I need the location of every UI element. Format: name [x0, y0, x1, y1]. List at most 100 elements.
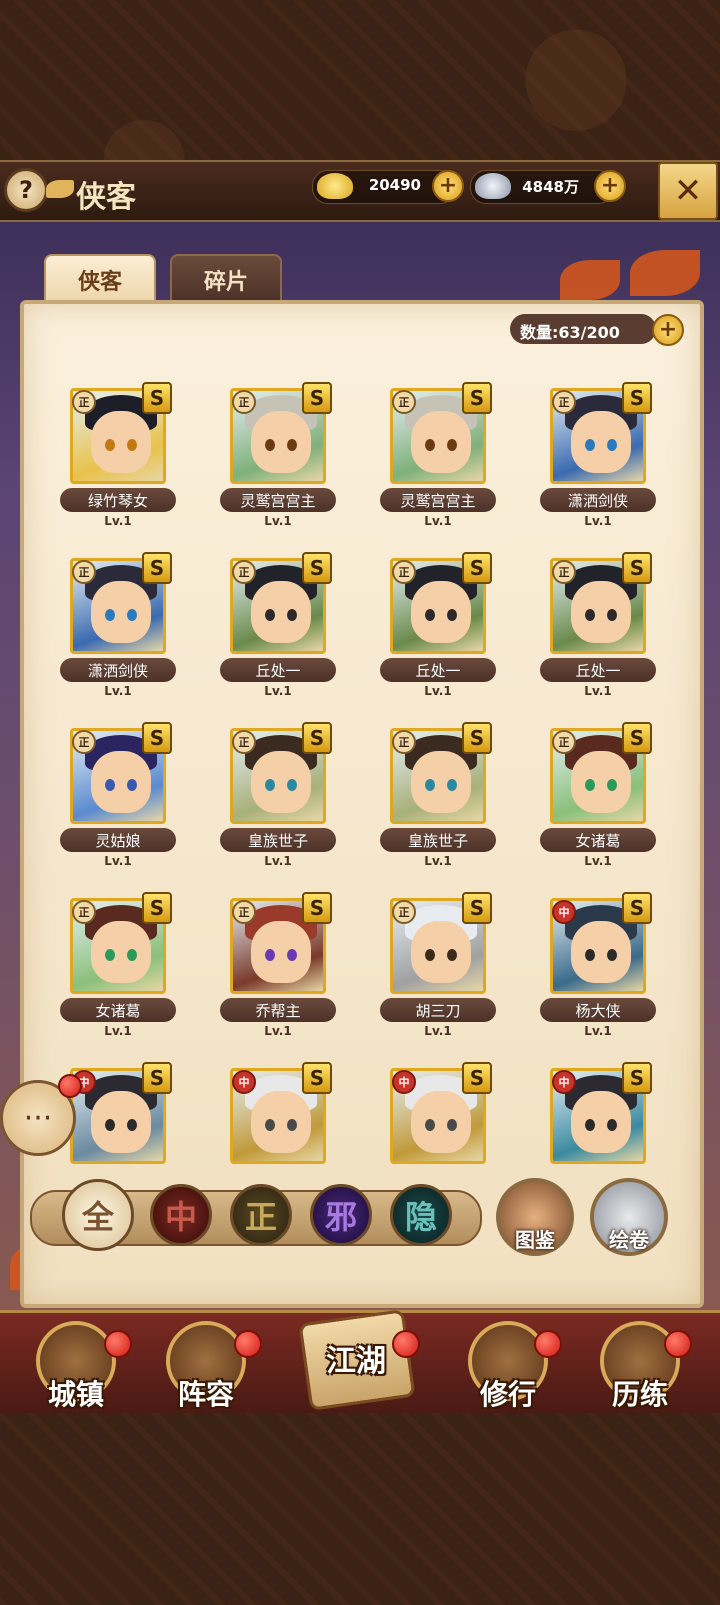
hero-face: [251, 1091, 311, 1153]
gold-ingot-icon: [317, 173, 353, 199]
hero-face: [91, 581, 151, 643]
atlas-label: 图鉴: [515, 1228, 555, 1252]
hero-eye: [585, 779, 595, 791]
nav-lineup[interactable]: 阵容: [156, 1315, 256, 1415]
hero-name: 杨大侠: [540, 998, 656, 1022]
hero-eye: [127, 439, 137, 451]
maple-leaf-decoration: [630, 250, 700, 296]
hero-eye: [105, 1119, 115, 1131]
hero-eye: [425, 779, 435, 791]
hero-card[interactable]: 正 S 绿竹琴女 Lv.1: [60, 382, 176, 528]
hero-level: Lv.1: [264, 514, 292, 528]
rank-s-badge: S: [622, 552, 652, 584]
hero-face: [251, 581, 311, 643]
hero-eye: [447, 949, 457, 961]
filter-zhong-button[interactable]: 中: [150, 1184, 212, 1246]
hero-card[interactable]: 正 S 乔帮主 Lv.1: [220, 892, 336, 1038]
nav-jianghu-label: 江湖: [326, 1344, 386, 1379]
hero-card[interactable]: 正 S 丘处一 Lv.1: [540, 552, 656, 698]
page-title: 侠客: [76, 180, 136, 215]
hero-name: 灵鹫宫宫主: [380, 488, 496, 512]
hero-eye: [127, 1119, 137, 1131]
nav-jianghu[interactable]: 江湖: [296, 1300, 416, 1418]
hero-level: Lv.1: [424, 854, 452, 868]
chat-bubble-icon: ···: [23, 1100, 53, 1136]
hero-eye: [425, 949, 435, 961]
notification-dot: [534, 1330, 562, 1358]
hero-level: Lv.1: [584, 1024, 612, 1038]
hero-card[interactable]: 正 S 潇洒剑侠 Lv.1: [540, 382, 656, 528]
hero-eye: [585, 439, 595, 451]
hero-card[interactable]: 正 S 皇族世子 Lv.1: [380, 722, 496, 868]
filter-yin-button[interactable]: 隐: [390, 1184, 452, 1246]
nav-town[interactable]: 城镇: [26, 1315, 126, 1415]
rank-s-badge: S: [302, 382, 332, 414]
hero-card[interactable]: 中 S 杨大侠 Lv.1: [540, 892, 656, 1038]
hero-level: Lv.1: [264, 684, 292, 698]
hero-card[interactable]: 正 S 胡三刀 Lv.1: [380, 892, 496, 1038]
rank-s-badge: S: [142, 892, 172, 924]
hero-card[interactable]: 正 S 灵鹫宫宫主 Lv.1: [220, 382, 336, 528]
help-button[interactable]: ?: [4, 168, 48, 212]
add-gold-button[interactable]: +: [432, 170, 464, 202]
hero-eye: [127, 779, 137, 791]
hero-face: [91, 411, 151, 473]
hero-eye: [585, 609, 595, 621]
silver-ingot-counter: 4848万: [470, 170, 614, 204]
rank-s-badge: S: [622, 382, 652, 414]
hero-name: 乔帮主: [220, 998, 336, 1022]
notification-dot: [104, 1330, 132, 1358]
faction-badge: 正: [72, 560, 96, 584]
hero-level: Lv.1: [584, 684, 612, 698]
hero-eye: [607, 779, 617, 791]
hero-eye: [607, 1119, 617, 1131]
hero-eye: [425, 439, 435, 451]
hero-card[interactable]: 正 S 丘处一 Lv.1: [380, 552, 496, 698]
faction-badge: 正: [72, 730, 96, 754]
filter-xie-button[interactable]: 邪: [310, 1184, 372, 1246]
notification-dot: [664, 1330, 692, 1358]
rank-s-badge: S: [462, 722, 492, 754]
rank-s-badge: S: [302, 1062, 332, 1094]
hero-eye: [287, 439, 297, 451]
hero-face: [571, 751, 631, 813]
hero-name: 女诸葛: [540, 828, 656, 852]
hero-card[interactable]: 正 S 皇族世子 Lv.1: [220, 722, 336, 868]
hero-level: Lv.1: [104, 854, 132, 868]
tab-fragments[interactable]: 碎片: [170, 254, 282, 304]
faction-badge: 正: [72, 390, 96, 414]
hero-card[interactable]: 正 S 丘处一 Lv.1: [220, 552, 336, 698]
add-silver-button[interactable]: +: [594, 170, 626, 202]
faction-badge: 正: [392, 730, 416, 754]
hero-card[interactable]: 正 S 灵鹫宫宫主 Lv.1: [380, 382, 496, 528]
faction-badge: 正: [552, 730, 576, 754]
faction-badge: 中: [392, 1070, 416, 1094]
faction-badge: 中: [552, 1070, 576, 1094]
hero-face: [571, 411, 631, 473]
rank-s-badge: S: [622, 892, 652, 924]
hero-name: 丘处一: [540, 658, 656, 682]
filter-all-button[interactable]: 全: [62, 1179, 134, 1251]
hero-name: 皇族世子: [220, 828, 336, 852]
question-icon: ?: [19, 176, 33, 204]
scroll-gallery-label: 绘卷: [609, 1228, 649, 1252]
hero-eye: [265, 779, 275, 791]
tab-heroes[interactable]: 侠客: [44, 254, 156, 304]
hero-card[interactable]: 正 S 女诸葛 Lv.1: [60, 892, 176, 1038]
hero-face: [571, 1091, 631, 1153]
filter-zheng-button[interactable]: 正: [230, 1184, 292, 1246]
hero-card[interactable]: 正 S 女诸葛 Lv.1: [540, 722, 656, 868]
hero-level: Lv.1: [264, 1024, 292, 1038]
hero-eye: [447, 609, 457, 621]
hero-eye: [287, 1119, 297, 1131]
hero-eye: [265, 949, 275, 961]
hero-card[interactable]: 正 S 潇洒剑侠 Lv.1: [60, 552, 176, 698]
faction-badge: 正: [232, 900, 256, 924]
close-button[interactable]: ✕: [658, 162, 718, 220]
expand-capacity-button[interactable]: +: [652, 314, 684, 346]
hero-face: [571, 581, 631, 643]
hero-face: [411, 921, 471, 983]
hero-name: 丘处一: [220, 658, 336, 682]
hero-card[interactable]: 正 S 灵姑娘 Lv.1: [60, 722, 176, 868]
hero-eye: [287, 779, 297, 791]
